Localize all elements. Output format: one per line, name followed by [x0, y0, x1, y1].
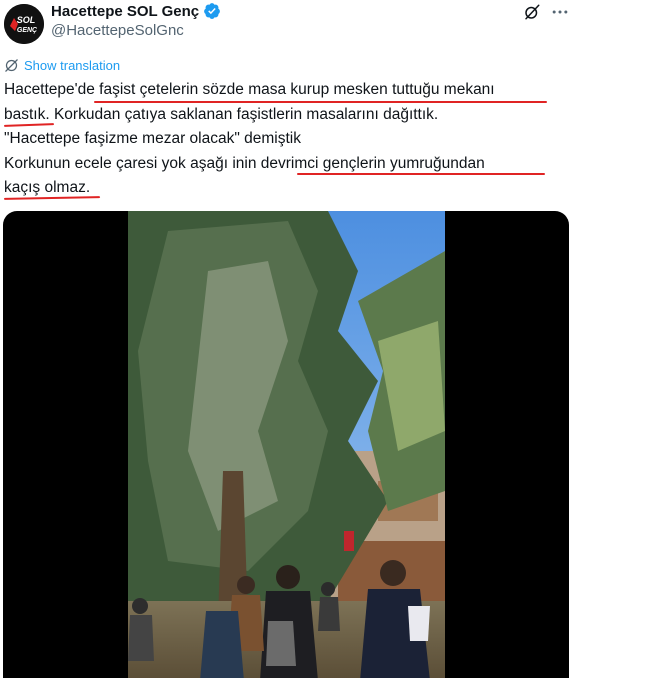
- tweet-media-video[interactable]: [3, 211, 569, 678]
- tweet-line-2: bastık. Korkudan çatıya saklanan faşistl…: [4, 105, 439, 123]
- sol-genc-logo-icon: SOL GENÇ: [4, 4, 44, 44]
- show-translation-button[interactable]: Show translation: [4, 58, 120, 73]
- author-name-row: Hacettepe SOL Genç: [51, 2, 221, 20]
- author-display-name[interactable]: Hacettepe SOL Genç: [51, 3, 199, 20]
- grok-icon[interactable]: [523, 3, 541, 21]
- verified-badge-icon[interactable]: [203, 2, 221, 20]
- tweet-line-1: Hacettepe'de faşist çetelerin sözde masa…: [4, 81, 495, 98]
- author-handle[interactable]: @HacettepeSolGnc: [51, 22, 184, 39]
- tweet-text: Hacettepe'de faşist çetelerin sözde masa…: [4, 78, 574, 201]
- globe-icon: [4, 58, 19, 73]
- show-translation-label[interactable]: Show translation: [24, 58, 120, 73]
- annotation-underline-3: [297, 173, 545, 175]
- video-thumbnail: [128, 211, 445, 678]
- video-scene-image: [128, 211, 445, 678]
- svg-text:GENÇ: GENÇ: [17, 27, 38, 34]
- avatar[interactable]: SOL GENÇ: [4, 4, 44, 44]
- annotation-underline-1: [94, 101, 547, 103]
- svg-text:SOL: SOL: [17, 15, 36, 25]
- more-options-icon[interactable]: [550, 2, 570, 22]
- tweet-line-3: "Hacettepe faşizme mezar olacak" demişti…: [4, 130, 302, 147]
